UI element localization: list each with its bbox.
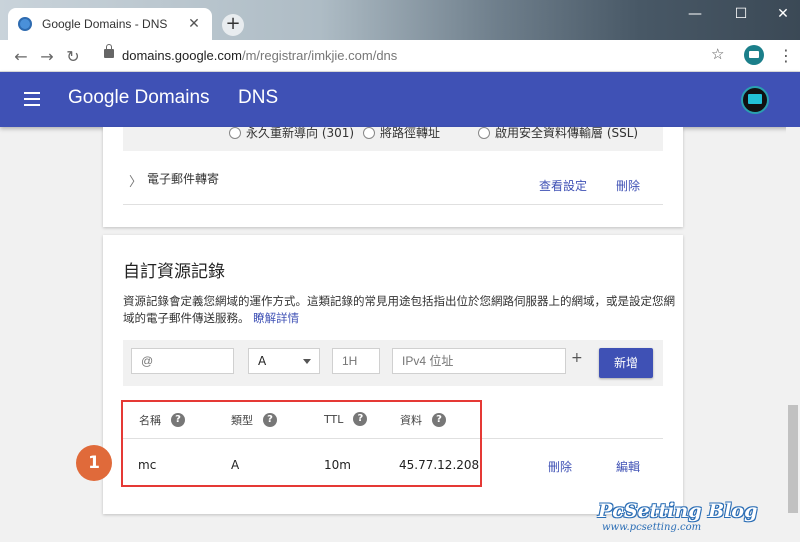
- watermark: PcSetting Blog www.pcsetting.com: [598, 500, 778, 533]
- radio-circle-icon: [363, 126, 375, 139]
- add-more-plus-icon[interactable]: +: [571, 350, 583, 366]
- radio-label: 永久重新導向 (301): [246, 126, 355, 140]
- record-type-select[interactable]: A: [248, 348, 320, 374]
- brand-title[interactable]: Google Domains: [68, 87, 210, 109]
- card-title: 自訂資源記錄: [123, 262, 225, 282]
- extension-icon[interactable]: [744, 45, 764, 65]
- forward-arrow-icon[interactable]: →: [38, 47, 56, 66]
- url-path: /m/registrar/imkjie.com/dns: [241, 48, 398, 63]
- radio-circle-icon: [478, 126, 490, 139]
- redirect-options: 永久重新導向 (301) 將路徑轉址 啟用安全資料傳輸層 (SSL): [123, 124, 663, 151]
- view-settings-link[interactable]: 查看設定: [539, 177, 587, 194]
- radio-circle-icon: [229, 126, 241, 139]
- edit-record-button[interactable]: 編輯: [616, 458, 640, 475]
- new-tab-button[interactable]: +: [222, 14, 244, 36]
- section-title: DNS: [238, 87, 279, 108]
- delete-forwarding-link[interactable]: 刪除: [616, 177, 640, 194]
- favicon-icon: [18, 17, 32, 31]
- tab-title: Google Domains - DNS: [42, 17, 168, 31]
- watermark-url: www.pcsetting.com: [602, 522, 702, 533]
- browser-toolbar: ← → ↻ domains.google.com/m/registrar/imk…: [0, 40, 800, 72]
- url-host: domains.google.com: [122, 48, 242, 63]
- back-arrow-icon[interactable]: ←: [12, 47, 30, 66]
- address-bar[interactable]: domains.google.com/m/registrar/imkjie.co…: [96, 44, 736, 68]
- record-type-value: A: [258, 354, 267, 368]
- dropdown-caret-icon: [303, 359, 311, 364]
- reload-icon[interactable]: ↻: [64, 47, 82, 66]
- forwarding-card: 永久重新導向 (301) 將路徑轉址 啟用安全資料傳輸層 (SSL) 〉 電子郵…: [103, 124, 683, 227]
- browser-titlebar: Google Domains - DNS ✕ + — ☐ ✕: [0, 0, 800, 40]
- scrollbar-thumb[interactable]: [788, 405, 798, 513]
- radio-label: 將路徑轉址: [380, 126, 441, 140]
- account-avatar[interactable]: [741, 86, 769, 114]
- menu-kebab-icon[interactable]: ⋮: [778, 46, 794, 65]
- close-window-button[interactable]: ✕: [768, 6, 798, 22]
- record-name-input[interactable]: [131, 348, 234, 374]
- tab-close-icon[interactable]: ✕: [186, 16, 202, 32]
- maximize-button[interactable]: ☐: [726, 6, 756, 22]
- watermark-title: PcSetting Blog: [598, 500, 758, 522]
- star-icon[interactable]: ☆: [711, 45, 724, 63]
- record-data-input[interactable]: [392, 348, 566, 374]
- add-record-button[interactable]: 新增: [599, 348, 653, 378]
- app-header: Google Domains DNS: [0, 72, 800, 127]
- email-forwarding-row[interactable]: 〉 電子郵件轉寄 查看設定 刪除: [123, 161, 663, 205]
- radio-enable-ssl[interactable]: 啟用安全資料傳輸層 (SSL): [478, 124, 638, 141]
- description-text: 資源記錄會定義您網域的運作方式。這類記錄的常見用途包括指出位於您網路伺服器上的網…: [123, 294, 675, 325]
- radio-permanent-redirect[interactable]: 永久重新導向 (301): [229, 124, 354, 141]
- highlight-box: [121, 400, 482, 487]
- card-description: 資源記錄會定義您網域的運作方式。這類記錄的常見用途包括指出位於您網路伺服器上的網…: [123, 293, 683, 327]
- add-record-row: A + 新增: [123, 340, 663, 386]
- browser-tab[interactable]: Google Domains - DNS ✕: [8, 8, 212, 40]
- lock-icon: [104, 44, 114, 58]
- chevron-right-icon[interactable]: 〉: [129, 171, 142, 190]
- ttl-input[interactable]: [332, 348, 380, 374]
- radio-label: 啟用安全資料傳輸層 (SSL): [495, 126, 639, 140]
- step-badge: 1: [76, 445, 112, 481]
- radio-path-forwarding[interactable]: 將路徑轉址: [363, 124, 440, 141]
- hamburger-menu-icon[interactable]: [24, 92, 40, 106]
- delete-record-button[interactable]: 刪除: [548, 458, 572, 475]
- page-scrollbar[interactable]: [786, 127, 800, 542]
- minimize-button[interactable]: —: [680, 6, 710, 22]
- email-forwarding-label: 電子郵件轉寄: [147, 172, 220, 186]
- learn-more-link[interactable]: 瞭解詳情: [253, 311, 299, 325]
- url-text: domains.google.com/m/registrar/imkjie.co…: [122, 48, 397, 63]
